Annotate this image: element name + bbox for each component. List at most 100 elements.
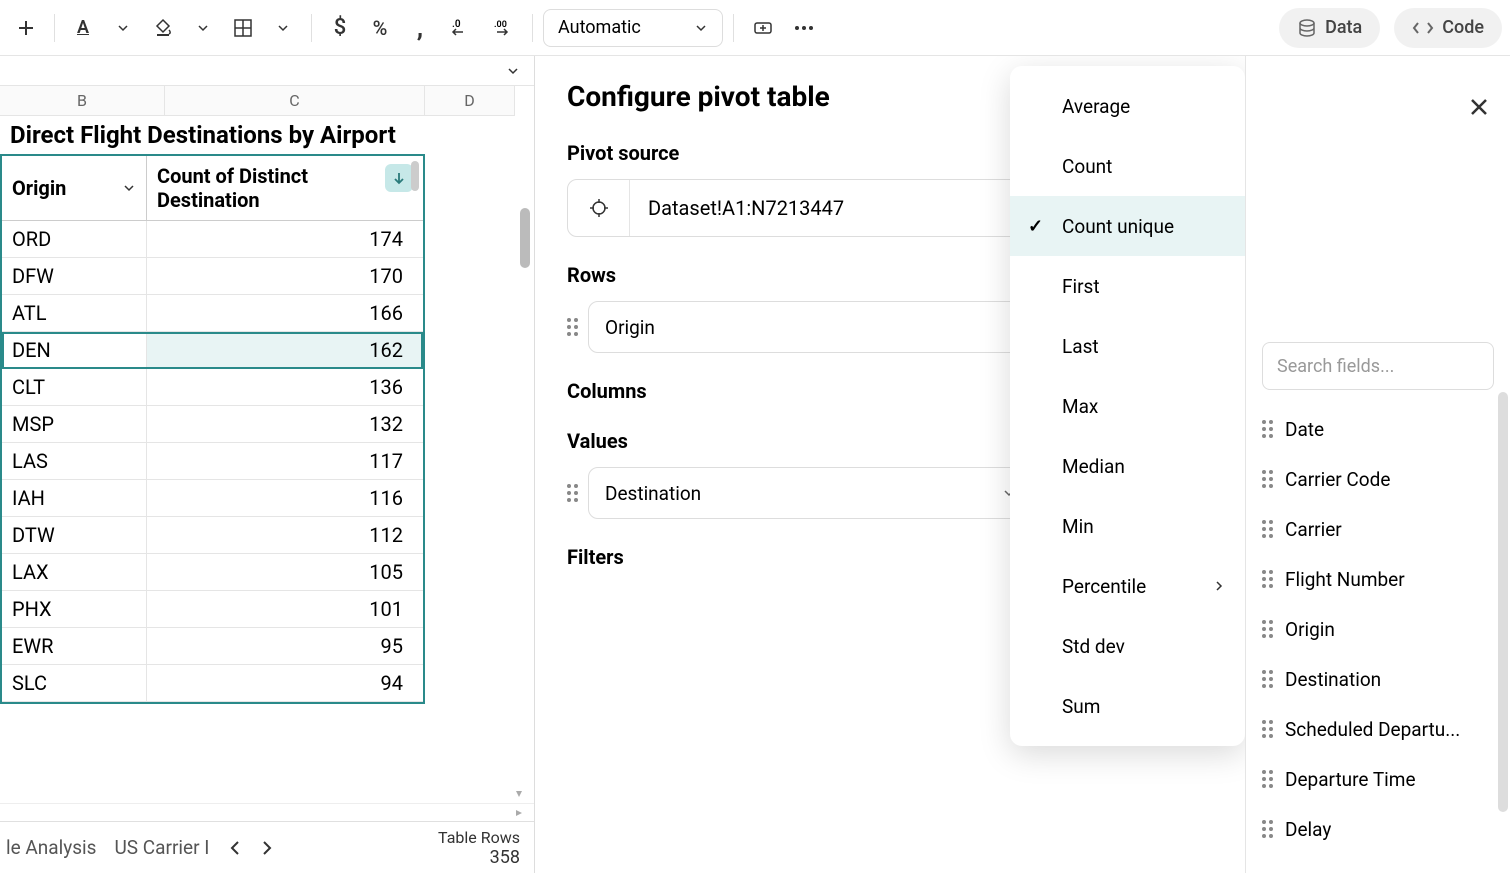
paint-bucket-icon [153,18,173,38]
field-item[interactable]: Date [1262,404,1494,454]
chevron-left-icon[interactable] [227,839,245,857]
field-item[interactable]: Departure Time [1262,754,1494,804]
borders-chevron[interactable] [265,10,301,46]
text-color-chevron[interactable] [105,10,141,46]
data-button-label: Data [1325,17,1362,38]
field-item[interactable]: Carrier Code [1262,454,1494,504]
code-button[interactable]: Code [1394,8,1502,48]
pivot-count-cell: 94 [147,665,423,701]
data-button[interactable]: Data [1279,8,1380,48]
chevron-down-icon[interactable] [506,64,520,78]
borders-icon [233,18,253,38]
number-format-select[interactable]: Automatic [543,9,723,47]
dropdown-item-sum[interactable]: Sum [1010,676,1245,736]
increase-decimal-button[interactable]: .00 [484,10,522,46]
dropdown-item-percentile[interactable]: Percentile [1010,556,1245,616]
column-header-b[interactable]: B [0,86,165,116]
pivot-header-count[interactable]: Count of Distinct Destination [147,156,423,220]
field-item[interactable]: Destination [1262,654,1494,704]
pivot-row[interactable]: LAX105 [2,554,423,591]
field-item[interactable]: Delay [1262,804,1494,854]
code-icon [1412,21,1434,35]
dropdown-item-first[interactable]: First [1010,256,1245,316]
field-item[interactable]: Scheduled Departu... [1262,704,1494,754]
insert-button[interactable] [744,10,782,46]
chevron-right-icon [1213,580,1225,592]
scrollbar[interactable] [520,208,530,268]
pivot-row[interactable]: DEN162 [2,332,423,369]
sheet-title[interactable]: Direct Flight Destinations by Airport [0,116,534,154]
pivot-row[interactable]: ORD174 [2,221,423,258]
triangle-right-icon[interactable] [514,808,524,818]
spreadsheet-area: B C D Direct Flight Destinations by Airp… [0,56,535,873]
table-rows-info: Table Rows 358 [438,828,528,868]
dropdown-item-last[interactable]: Last [1010,316,1245,376]
pivot-count-cell: 112 [147,517,423,553]
target-icon [588,197,610,219]
pivot-origin-cell: DEN [2,332,147,368]
dropdown-item-max[interactable]: Max [1010,376,1245,436]
pivot-row[interactable]: DTW112 [2,517,423,554]
scrollbar-inner[interactable] [411,161,419,191]
drag-handle-icon [1262,720,1273,738]
drag-handle-icon[interactable] [567,318,578,336]
tab-analysis[interactable]: le Analysis [6,836,96,859]
close-button[interactable] [1468,96,1490,118]
dropdown-item-count-unique[interactable]: Count unique [1010,196,1245,256]
pivot-header-origin[interactable]: Origin [2,156,147,220]
currency-button[interactable]: $ [322,10,358,46]
pivot-row[interactable]: SLC94 [2,665,423,702]
dropdown-item-average[interactable]: Average [1010,76,1245,136]
dropdown-item-min[interactable]: Min [1010,496,1245,556]
borders-button[interactable] [225,10,261,46]
scrollbar[interactable] [1498,392,1508,812]
pivot-row[interactable]: MSP132 [2,406,423,443]
drag-handle-icon [1262,570,1273,588]
fill-color-button[interactable] [145,10,181,46]
pivot-row[interactable]: LAS117 [2,443,423,480]
pivot-row[interactable]: IAH116 [2,480,423,517]
fields-panel: Search fields... DateCarrier CodeCarrier… [1245,56,1510,873]
field-label: Departure Time [1285,768,1416,791]
code-button-label: Code [1442,17,1484,38]
separator [54,14,55,42]
drag-handle-icon[interactable] [567,484,578,502]
pivot-origin-cell: PHX [2,591,147,627]
field-item[interactable]: Carrier [1262,504,1494,554]
dropdown-item-median[interactable]: Median [1010,436,1245,496]
tabs-bar: le Analysis US Carrier I Table Rows 358 [0,821,534,873]
chevron-down-icon [117,22,129,34]
fill-color-chevron[interactable] [185,10,221,46]
pivot-row[interactable]: PHX101 [2,591,423,628]
add-button[interactable] [8,10,44,46]
pivot-origin-cell: CLT [2,369,147,405]
chevron-down-icon [197,22,209,34]
pivot-row[interactable]: CLT136 [2,369,423,406]
field-item[interactable]: Origin [1262,604,1494,654]
column-header-c[interactable]: C [165,86,425,116]
values-chip-destination[interactable]: Destination [588,467,1033,519]
chevron-down-icon[interactable] [122,181,136,195]
field-label: Flight Number [1285,568,1405,591]
tab-us-carrier[interactable]: US Carrier I [114,836,209,859]
separator [532,14,533,42]
database-icon [1297,18,1317,38]
decrease-decimal-button[interactable]: .0 [442,10,480,46]
comma-button[interactable]: , [402,10,438,46]
field-item[interactable]: Flight Number [1262,554,1494,604]
pivot-row[interactable]: ATL166 [2,295,423,332]
column-header-d[interactable]: D [425,86,515,116]
search-fields-input[interactable]: Search fields... [1262,342,1494,390]
drag-handle-icon [1262,470,1273,488]
text-color-button[interactable]: A [65,10,101,46]
pivot-row[interactable]: EWR95 [2,628,423,665]
pivot-row[interactable]: DFW170 [2,258,423,295]
more-button[interactable] [786,10,822,46]
triangle-down-icon[interactable] [514,789,524,799]
percent-button[interactable]: % [362,10,398,46]
sort-descending-icon[interactable] [385,164,413,192]
dropdown-item-std-dev[interactable]: Std dev [1010,616,1245,676]
chevron-down-icon [277,22,289,34]
chevron-right-icon[interactable] [257,839,275,857]
dropdown-item-count[interactable]: Count [1010,136,1245,196]
